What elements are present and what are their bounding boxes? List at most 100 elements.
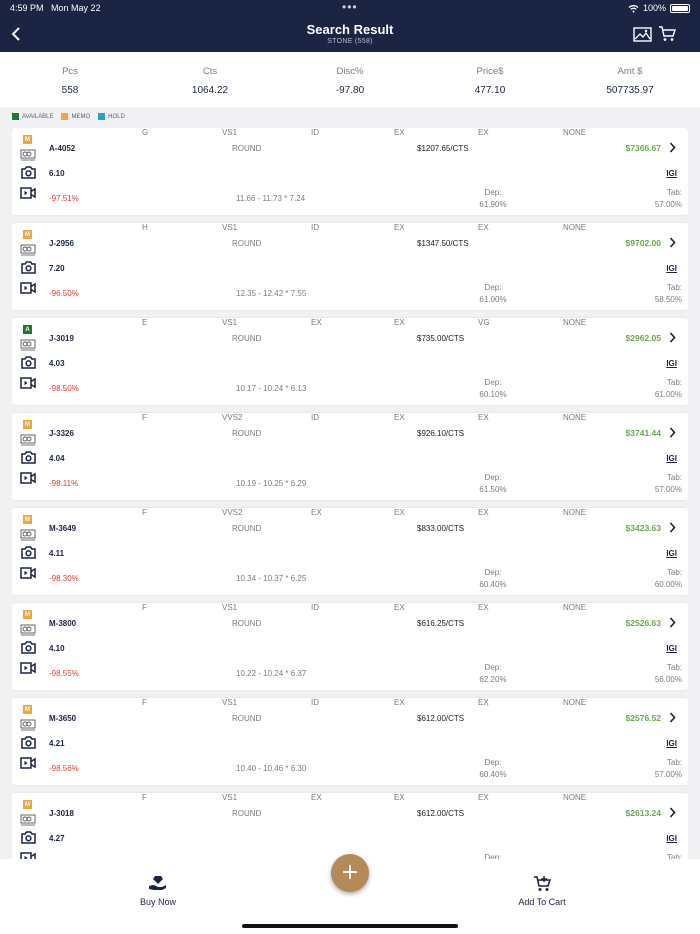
chevron-right-icon[interactable]: [667, 805, 677, 819]
stone-cut: ID: [311, 223, 319, 232]
stone-table: Tab: 60.00%: [655, 567, 682, 591]
stone-polish: EX: [394, 318, 405, 327]
camera-icon[interactable]: [19, 260, 37, 274]
chevron-right-icon[interactable]: [667, 615, 677, 629]
camera-icon[interactable]: [19, 545, 37, 559]
stone-symmetry: EX: [478, 698, 489, 707]
video-icon[interactable]: [19, 566, 37, 580]
chevron-right-icon[interactable]: [667, 140, 677, 154]
stone-clarity: VS1: [222, 318, 238, 327]
chevron-right-icon[interactable]: [667, 235, 677, 249]
table-value: 60.00%: [654, 580, 682, 589]
stone-shape: ROUND: [232, 714, 262, 723]
table-value: 57.00%: [654, 485, 682, 494]
certificate-icon[interactable]: [19, 148, 37, 162]
chevron-right-icon[interactable]: [667, 330, 677, 344]
camera-icon[interactable]: [19, 450, 37, 464]
camera-icon[interactable]: [19, 165, 37, 179]
table-value: 58.50%: [654, 295, 682, 304]
camera-icon[interactable]: [19, 735, 37, 749]
stone-shape: ROUND: [232, 429, 262, 438]
home-indicator[interactable]: [242, 924, 458, 928]
stone-cut: ID: [311, 603, 319, 612]
cart-icon[interactable]: [657, 25, 677, 43]
lab-link[interactable]: IGI: [666, 359, 677, 368]
stone-card[interactable]: M A-4052 ROUND $1207.65/CTS $7366.67 6.1…: [12, 128, 688, 215]
stone-card[interactable]: A J-3019 ROUND $735.00/CTS $2962.05 4.03…: [12, 318, 688, 405]
stone-card[interactable]: M J-3326 ROUND $926.10/CTS $3741.44 4.04…: [12, 413, 688, 500]
camera-icon[interactable]: [19, 640, 37, 654]
stone-polish: EX: [394, 413, 405, 422]
lab-link[interactable]: IGI: [666, 454, 677, 463]
certificate-icon[interactable]: [19, 433, 37, 447]
video-icon[interactable]: [19, 851, 37, 859]
image-icon[interactable]: [632, 25, 652, 43]
stone-symmetry: EX: [478, 128, 489, 137]
stone-card[interactable]: M J-3018 ROUND $612.00/CTS $2613.24 4.27…: [12, 793, 688, 859]
video-icon[interactable]: [19, 756, 37, 770]
table-label: Tab:: [666, 473, 682, 482]
price-per-carat: $833.00/CTS: [417, 524, 465, 533]
lab-link[interactable]: IGI: [666, 739, 677, 748]
stone-carat: 4.10: [49, 644, 65, 653]
lab-link[interactable]: IGI: [666, 644, 677, 653]
video-icon[interactable]: [19, 376, 37, 390]
stone-carat: 4.27: [49, 834, 65, 843]
stone-amount: $9702.00: [625, 238, 661, 248]
status-legend: AVAILABLE MEMO HOLD: [12, 113, 125, 120]
certificate-icon[interactable]: [19, 528, 37, 542]
stone-list[interactable]: M A-4052 ROUND $1207.65/CTS $7366.67 6.1…: [12, 128, 688, 859]
wifi-icon: [628, 4, 639, 12]
stone-clarity: VVS2: [222, 413, 243, 422]
stone-polish: EX: [394, 698, 405, 707]
price-per-carat: $735.00/CTS: [417, 334, 465, 343]
add-fab-button[interactable]: +: [331, 854, 369, 892]
lab-link[interactable]: IGI: [666, 549, 677, 558]
stone-measurements: 11.66 - 11.73 * 7.24: [236, 194, 306, 203]
stone-discount: -97.51%: [49, 194, 79, 203]
certificate-icon[interactable]: [19, 338, 37, 352]
certificate-icon[interactable]: [19, 813, 37, 827]
stone-depth: Dep:: [468, 852, 518, 859]
stone-table: Tab: 57.00%: [655, 472, 682, 496]
depth-value: 60.40%: [479, 580, 507, 589]
legend-swatch: [98, 113, 106, 120]
buy-now-button[interactable]: Buy Now: [108, 875, 208, 907]
video-icon[interactable]: [19, 186, 37, 200]
multitask-dots[interactable]: •••: [342, 0, 358, 14]
stone-symmetry: VG: [478, 318, 490, 327]
stone-fluorescence: NONE: [563, 413, 587, 422]
camera-icon[interactable]: [19, 355, 37, 369]
chevron-right-icon[interactable]: [667, 425, 677, 439]
stone-card[interactable]: M M-3800 ROUND $616.25/CTS $2526.63 4.10…: [12, 603, 688, 690]
table-label: Tab:: [666, 188, 682, 197]
stone-depth: Dep: 61.00%: [468, 282, 518, 306]
chevron-right-icon[interactable]: [667, 710, 677, 724]
add-to-cart-button[interactable]: Add To Cart: [492, 875, 592, 907]
lab-link[interactable]: IGI: [666, 264, 677, 273]
video-icon[interactable]: [19, 281, 37, 295]
stone-polish: EX: [394, 603, 405, 612]
stone-amount: $2962.05: [625, 333, 661, 343]
chevron-right-icon[interactable]: [667, 520, 677, 534]
depth-label: Dep:: [484, 283, 502, 292]
depth-value: 60.40%: [479, 770, 507, 779]
certificate-icon[interactable]: [19, 623, 37, 637]
certificate-icon[interactable]: [19, 718, 37, 732]
stone-card[interactable]: M J-2956 ROUND $1347.50/CTS $9702.00 7.2…: [12, 223, 688, 310]
stone-clarity: VS1: [222, 223, 238, 232]
stone-amount: $3423.63: [625, 523, 661, 533]
stone-card[interactable]: M M-3650 ROUND $612.00/CTS $2576.52 4.21…: [12, 698, 688, 785]
depth-value: 60.10%: [479, 390, 507, 399]
lab-link[interactable]: IGI: [666, 834, 677, 843]
legend-available: AVAILABLE: [12, 113, 53, 120]
camera-icon[interactable]: [19, 830, 37, 844]
stone-card[interactable]: M M-3649 ROUND $833.00/CTS $3423.63 4.11…: [12, 508, 688, 595]
status-badge: M: [23, 135, 32, 144]
certificate-icon[interactable]: [19, 243, 37, 257]
stone-measurements: 10.19 - 10.25 * 6.29: [236, 479, 307, 488]
video-icon[interactable]: [19, 471, 37, 485]
video-icon[interactable]: [19, 661, 37, 675]
stone-color: F: [142, 793, 147, 802]
lab-link[interactable]: IGI: [666, 169, 677, 178]
